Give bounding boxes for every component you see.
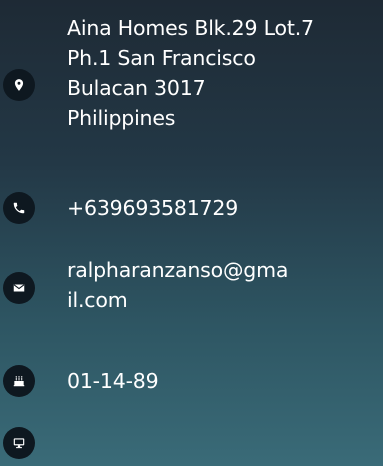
address-text: Aina Homes Blk.29 Lot.7 Ph.1 San Francis… [67, 13, 383, 133]
address-line: Aina Homes Blk.29 Lot.7 [67, 16, 314, 40]
birthday-date: 01-14-89 [67, 369, 159, 393]
phone-text: +639693581729 [67, 193, 383, 223]
phone-number: +639693581729 [67, 196, 239, 220]
birthday-text: 01-14-89 [67, 366, 383, 396]
address-line: Bulacan 3017 [67, 76, 206, 100]
email-line: il.com [67, 288, 128, 312]
phone-icon [3, 192, 35, 224]
address-line: Ph.1 San Francisco [67, 46, 256, 70]
desktop-icon[interactable] [3, 427, 35, 459]
email-line: ralpharanzanso@gma [67, 258, 289, 282]
email-text[interactable]: ralpharanzanso@gma il.com [67, 255, 383, 315]
address-line: Philippines [67, 106, 176, 130]
map-marker-icon [3, 69, 35, 101]
envelope-icon [3, 272, 35, 304]
birthday-cake-icon [3, 365, 35, 397]
